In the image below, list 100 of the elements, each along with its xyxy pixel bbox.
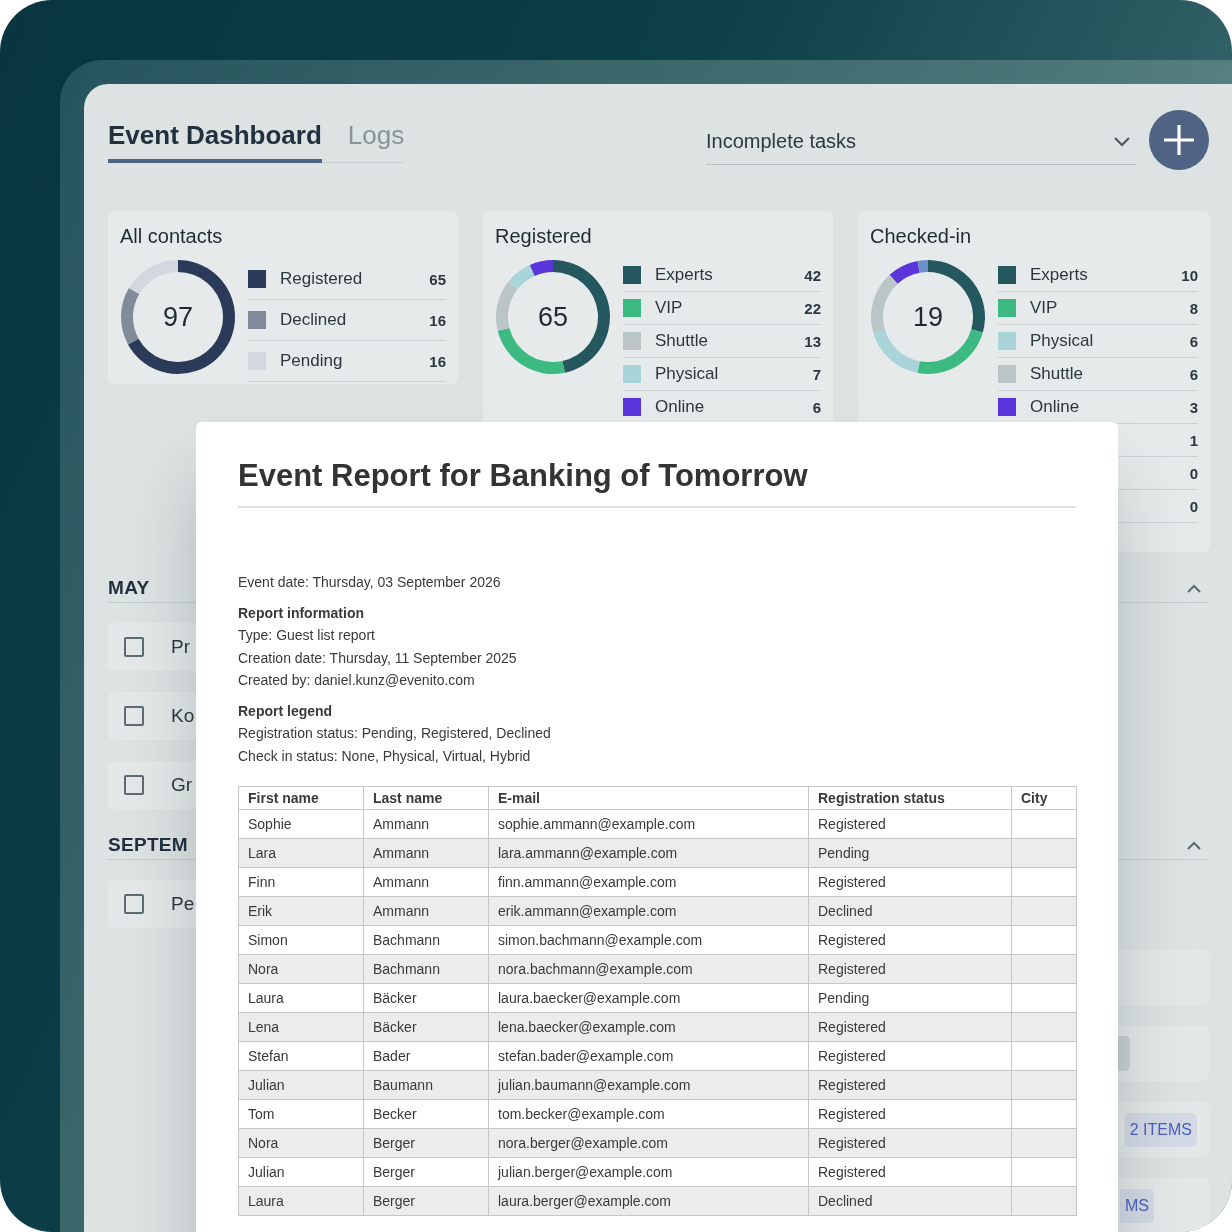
legend-count: 10 xyxy=(1181,266,1198,284)
section-heading: SEPTEM xyxy=(108,834,188,856)
table-cell: Becker xyxy=(363,1099,489,1129)
table-cell: lena.baecker@example.com xyxy=(488,1012,809,1042)
table-cell: Laura xyxy=(238,983,364,1013)
legend-label: Shuttle xyxy=(655,331,709,351)
item-count-badge: MS xyxy=(1120,1188,1154,1223)
table-cell: tom.becker@example.com xyxy=(488,1099,809,1129)
table-cell: Finn xyxy=(238,867,364,897)
legend-count: 22 xyxy=(804,299,821,317)
table-cell: Registered xyxy=(808,1070,1012,1100)
chevron-up-icon[interactable] xyxy=(1187,583,1201,593)
table-cell: finn.ammann@example.com xyxy=(488,867,809,897)
legend-count: 6 xyxy=(1189,365,1198,383)
legend-label: Physical xyxy=(655,364,720,384)
task-card[interactable]: MS xyxy=(1117,1178,1209,1232)
task-filter-dropdown[interactable]: Incomplete tasks xyxy=(706,115,1136,165)
legend-label: VIP xyxy=(655,298,684,318)
legend-label: Online xyxy=(655,397,706,417)
checkbox[interactable] xyxy=(124,637,144,657)
table-cell: julian.berger@example.com xyxy=(488,1157,809,1187)
report-text: Check in status: None, Physical, Virtual, Hybrid xyxy=(238,746,532,766)
report-subheading: Report legend xyxy=(238,701,334,721)
task-card[interactable]: 2 ITEMS xyxy=(1117,1102,1209,1157)
table-cell: Sophie xyxy=(238,809,364,839)
table-cell: Julian xyxy=(238,1157,364,1187)
card-title: Checked-in xyxy=(870,224,973,249)
column-header: Last name xyxy=(363,786,489,810)
table-cell: Registered xyxy=(808,809,1012,839)
section-heading: MAY xyxy=(108,577,150,599)
chevron-down-icon xyxy=(1114,136,1130,147)
legend-label: VIP xyxy=(1030,298,1059,318)
legend-label: Physical xyxy=(1030,331,1095,351)
table-cell: Registered xyxy=(808,1099,1012,1129)
table-cell: simon.bachmann@example.com xyxy=(488,925,809,955)
table-cell: Bader xyxy=(363,1041,489,1071)
table-cell: Pending xyxy=(808,983,1012,1013)
checkbox[interactable] xyxy=(124,775,144,795)
table-cell: Lara xyxy=(238,838,364,868)
table-cell: Registered xyxy=(808,1012,1012,1042)
table-cell: Erik xyxy=(238,896,364,926)
table-cell: Ammann xyxy=(363,809,489,839)
table-cell: Registered xyxy=(808,954,1012,984)
table-cell: Laura xyxy=(238,1186,364,1216)
table-cell: Registered xyxy=(808,925,1012,955)
legend-count: 42 xyxy=(804,266,821,284)
legend-label: Pending xyxy=(280,351,344,371)
total-count: 97 xyxy=(161,300,194,334)
table-cell: Lena xyxy=(238,1012,364,1042)
table-cell: nora.berger@example.com xyxy=(488,1128,809,1158)
card-title: Registered xyxy=(495,224,593,249)
legend-count: 1 xyxy=(1189,431,1198,449)
legend-label: Declined xyxy=(280,310,348,330)
task-item[interactable]: Pr xyxy=(108,623,196,671)
table-cell: Ammann xyxy=(363,867,489,897)
add-button[interactable] xyxy=(1149,110,1209,170)
table-cell: Berger xyxy=(363,1128,489,1158)
table-cell: lara.ammann@example.com xyxy=(488,838,809,868)
checkbox[interactable] xyxy=(124,706,144,726)
legend-count: 16 xyxy=(429,311,446,329)
report-text: Type: Guest list report xyxy=(238,626,376,645)
column-header: Registration status xyxy=(808,786,1012,810)
plus-icon xyxy=(1163,124,1195,156)
table-cell: Berger xyxy=(363,1157,489,1187)
table-cell: Bäcker xyxy=(363,1012,489,1042)
task-item[interactable]: Pe xyxy=(108,880,196,928)
table-cell: erik.ammann@example.com xyxy=(488,896,809,926)
report-text: Created by: daniel.kunz@evenito.com xyxy=(238,671,476,690)
table-cell: Tom xyxy=(238,1099,364,1129)
table-cell: Ammann xyxy=(363,838,489,868)
report-subheading: Report information xyxy=(238,603,365,623)
table-cell: Declined xyxy=(808,1186,1012,1216)
table-cell: Pending xyxy=(808,838,1012,868)
table-cell: laura.baecker@example.com xyxy=(488,983,809,1013)
table-cell: julian.baumann@example.com xyxy=(488,1070,809,1100)
tab[interactable]: Event Dashboard xyxy=(108,118,322,163)
card-title: All contacts xyxy=(120,224,224,249)
chevron-up-icon[interactable] xyxy=(1187,840,1201,850)
table-cell: Baumann xyxy=(363,1070,489,1100)
checkbox[interactable] xyxy=(124,894,144,914)
table-cell: nora.bachmann@example.com xyxy=(488,954,809,984)
table-cell: laura.berger@example.com xyxy=(488,1186,809,1216)
table-cell: Bachmann xyxy=(363,925,489,955)
legend-count: 3 xyxy=(1189,398,1198,416)
total-count: 19 xyxy=(911,300,944,334)
legend-label: Shuttle xyxy=(1030,364,1084,384)
table-cell: Bäcker xyxy=(363,983,489,1013)
legend-label: Experts xyxy=(655,265,714,285)
event-date: Event date: Thursday, 03 September 2026 xyxy=(238,573,502,592)
report-text: Registration status: Pending, Registered, Declined xyxy=(238,724,552,743)
column-header: E-mail xyxy=(488,786,809,810)
table-cell: Berger xyxy=(363,1186,489,1216)
task-item[interactable]: Ko xyxy=(108,692,196,740)
report-title: Event Report for Banking of Tomorrow xyxy=(238,456,1076,508)
task-item[interactable]: Gr xyxy=(108,761,196,809)
table-cell: Bachmann xyxy=(363,954,489,984)
report-text: Creation date: Thursday, 11 September 2025 xyxy=(238,648,518,668)
legend-count: 8 xyxy=(1189,299,1198,317)
total-count: 65 xyxy=(536,300,569,334)
legend-count: 6 xyxy=(1189,332,1198,350)
